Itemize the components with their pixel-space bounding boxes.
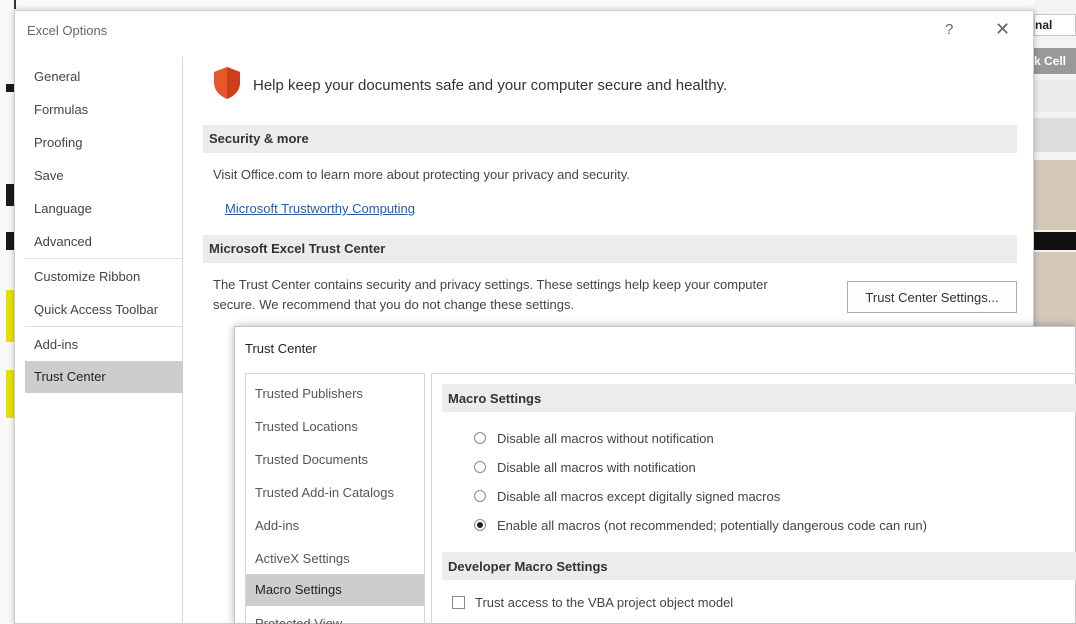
radio-label: Disable all macros with notification — [497, 459, 696, 475]
nav-item-quick-access-toolbar[interactable]: Quick Access Toolbar — [25, 294, 183, 326]
radio-button[interactable] — [474, 490, 486, 502]
tc-nav-protected-view[interactable]: Protected View — [246, 608, 424, 624]
background-band — [1034, 80, 1076, 112]
macro-settings-heading: Macro Settings — [442, 384, 1076, 412]
radio-button[interactable] — [474, 461, 486, 473]
excel-background-left — [0, 0, 14, 624]
header-text: Help keep your documents safe and your c… — [253, 77, 728, 94]
background-yellow-strip — [6, 370, 14, 418]
trust-center-section-heading: Microsoft Excel Trust Center — [203, 235, 1017, 263]
help-icon[interactable]: ? — [945, 21, 953, 38]
security-section-heading: Security & more — [203, 125, 1017, 153]
close-icon[interactable]: ✕ — [995, 19, 1010, 40]
nav-item-proofing[interactable]: Proofing — [25, 127, 183, 159]
shield-icon — [214, 67, 240, 99]
nav-item-add-ins[interactable]: Add-ins — [25, 329, 183, 361]
background-style-cell: k Cell — [1034, 48, 1076, 74]
developer-macro-settings-heading: Developer Macro Settings — [442, 552, 1076, 580]
dialog-title: Excel Options — [27, 23, 108, 38]
background-mark — [6, 84, 14, 92]
radio-button-selected[interactable] — [474, 519, 486, 531]
options-nav: General Formulas Proofing Save Language … — [25, 57, 183, 624]
tc-nav-trusted-documents[interactable]: Trusted Documents — [246, 444, 424, 476]
tc-nav-trusted-publishers[interactable]: Trusted Publishers — [246, 378, 424, 410]
tc-nav-trusted-addin-catalogs[interactable]: Trusted Add-in Catalogs — [246, 477, 424, 509]
nav-divider — [25, 258, 183, 259]
macro-option-enable-all[interactable]: Enable all macros (not recommended; pote… — [474, 515, 927, 535]
radio-label: Disable all macros except digitally sign… — [497, 488, 781, 504]
nav-item-trust-center[interactable]: Trust Center — [25, 361, 183, 393]
vba-trust-checkbox-row[interactable]: Trust access to the VBA project object m… — [452, 592, 733, 612]
nav-item-customize-ribbon[interactable]: Customize Ribbon — [25, 261, 183, 293]
background-band — [1034, 252, 1076, 328]
trust-center-content: Macro Settings Disable all macros withou… — [431, 373, 1076, 624]
tc-nav-macro-settings[interactable]: Macro Settings — [246, 574, 424, 606]
trust-center-text-line1: The Trust Center contains security and p… — [213, 277, 768, 292]
background-band — [1034, 232, 1076, 250]
background-cell: nal — [1034, 14, 1076, 36]
radio-label: Enable all macros (not recommended; pote… — [497, 517, 927, 533]
nav-item-language[interactable]: Language — [25, 193, 183, 225]
trust-center-text-line2: secure. We recommend that you do not cha… — [213, 297, 575, 312]
macro-option-disable-with-notification[interactable]: Disable all macros with notification — [474, 457, 696, 477]
tc-nav-trusted-locations[interactable]: Trusted Locations — [246, 411, 424, 443]
nav-item-save[interactable]: Save — [25, 160, 183, 192]
tc-nav-add-ins[interactable]: Add-ins — [246, 510, 424, 542]
background-yellow-strip — [6, 290, 14, 342]
vba-trust-checkbox[interactable] — [452, 595, 465, 609]
macro-option-disable-except-signed[interactable]: Disable all macros except digitally sign… — [474, 486, 780, 506]
background-mark — [6, 184, 14, 206]
trustworthy-computing-link[interactable]: Microsoft Trustworthy Computing — [225, 201, 415, 216]
trust-center-nav: Trusted Publishers Trusted Locations Tru… — [245, 373, 425, 624]
nav-item-formulas[interactable]: Formulas — [25, 94, 183, 126]
nav-divider — [25, 326, 183, 327]
trust-center-title: Trust Center — [245, 341, 317, 356]
nav-item-advanced[interactable]: Advanced — [25, 226, 183, 258]
excel-background-top — [0, 0, 1076, 10]
background-band — [1034, 160, 1076, 230]
nav-item-general[interactable]: General — [25, 61, 183, 93]
background-tick — [14, 0, 16, 9]
background-band — [1034, 118, 1076, 152]
background-mark — [6, 232, 14, 250]
macro-option-disable-no-notification[interactable]: Disable all macros without notification — [474, 428, 714, 448]
trust-center-dialog: Trust Center Trusted Publishers Trusted … — [234, 326, 1076, 624]
security-text: Visit Office.com to learn more about pro… — [213, 167, 630, 182]
radio-label: Disable all macros without notification — [497, 430, 714, 446]
tc-nav-activex-settings[interactable]: ActiveX Settings — [246, 543, 424, 575]
vba-trust-label: Trust access to the VBA project object m… — [475, 594, 734, 610]
radio-button[interactable] — [474, 432, 486, 444]
trust-center-settings-button[interactable]: Trust Center Settings... — [847, 281, 1017, 313]
